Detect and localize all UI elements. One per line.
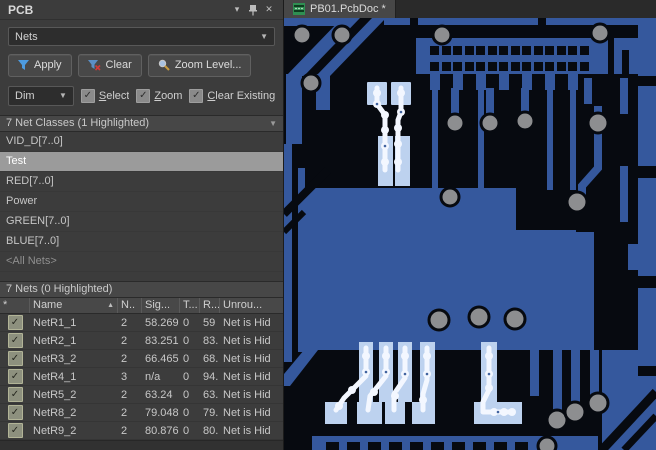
zoom-checkbox-group[interactable]: Zoom (136, 88, 183, 103)
panel-menu-icon[interactable]: ▾ (229, 2, 245, 18)
col-header-t[interactable]: T... (180, 297, 200, 314)
select-checkbox-group[interactable]: Select (80, 88, 130, 103)
sort-asc-icon: ▲ (107, 301, 114, 309)
panel-titlebar: PCB ▾ ✕ (0, 0, 283, 21)
close-icon[interactable]: ✕ (261, 2, 277, 18)
nets-table-body: NetR1_1258.269059Net is Hid NetR2_1283.2… (0, 314, 283, 441)
panel-buttons: Apply Clear Zoom Level... (8, 53, 275, 77)
chevron-down-icon: ▼ (58, 91, 67, 101)
net-checkbox[interactable] (7, 423, 23, 439)
pcbdoc-icon (293, 3, 305, 15)
net-checkbox[interactable] (7, 387, 23, 403)
clear-existing-checkbox-label: Clear Existing (207, 89, 275, 102)
panel-mode-dropdown[interactable]: Nets ▼ (8, 27, 275, 46)
clear-existing-checkbox-group[interactable]: Clear Existing (189, 88, 275, 103)
col-header-signal[interactable]: Sig... (142, 297, 180, 314)
chevron-down-icon: ▼ (260, 32, 268, 42)
net-class-item[interactable]: RED[7..0] (0, 172, 283, 192)
funnel-icon (18, 59, 29, 70)
net-checkbox[interactable] (7, 351, 23, 367)
net-checkbox[interactable] (7, 405, 23, 421)
document-tab[interactable]: PB01.PcbDoc * (284, 0, 396, 18)
col-header-name[interactable]: Name ▲ (30, 297, 118, 314)
table-row[interactable]: NetR9_2280.876080.Net is Hid (0, 422, 283, 441)
nets-header[interactable]: 7 Nets (0 Highlighted) (0, 280, 283, 298)
net-class-item[interactable]: GREEN[7..0] (0, 212, 283, 232)
table-row[interactable]: NetR1_1258.269059Net is Hid (0, 314, 283, 333)
col-header-unrouted[interactable]: Unrou... (220, 298, 283, 314)
net-class-item[interactable]: VID_D[7..0] (0, 132, 283, 152)
col-header-nodes[interactable]: N.. (118, 297, 142, 314)
pcb-panel: PCB ▾ ✕ Nets ▼ Apply Clear Zoom Level...… (0, 0, 284, 450)
dim-row: Dim ▼ Select Zoom Clear Existing (8, 85, 275, 106)
magnifier-icon (158, 60, 170, 72)
zoom-level-button[interactable]: Zoom Level... (147, 53, 252, 77)
table-row[interactable]: NetR4_13n/a094.Net is Hid (0, 368, 283, 387)
net-classes-header[interactable]: 7 Net Classes (1 Highlighted) ▼ (0, 114, 283, 132)
table-row[interactable]: NetR2_1283.251083.Net is Hid (0, 332, 283, 351)
net-class-item[interactable]: BLUE[7..0] (0, 232, 283, 252)
pin-icon[interactable] (245, 2, 261, 18)
dim-dropdown[interactable]: Dim ▼ (8, 85, 74, 106)
table-row[interactable]: NetR5_2263.24063.Net is Hid (0, 386, 283, 405)
pcb-editor: PB01.PcbDoc * (284, 0, 656, 450)
document-tabbar: PB01.PcbDoc * (284, 0, 656, 18)
select-checkbox-label: Select (98, 89, 130, 102)
panel-bottom-strip (0, 440, 283, 450)
net-checkbox[interactable] (7, 369, 23, 385)
net-checkbox[interactable] (7, 333, 23, 349)
apply-button[interactable]: Apply (8, 53, 72, 77)
nets-table-header: * Name ▲ N.. Sig... T... R... Unrou... (0, 297, 283, 315)
net-classes-list: VID_D[7..0] Test RED[7..0] Power GREEN[7… (0, 132, 283, 272)
zoom-checkbox-label: Zoom (154, 89, 183, 102)
col-header-check[interactable]: * (0, 297, 30, 314)
dim-value: Dim (15, 89, 35, 102)
funnel-clear-icon (87, 59, 101, 71)
col-header-routed[interactable]: R... (200, 297, 220, 314)
panel-title: PCB (8, 2, 34, 17)
chevron-down-icon: ▼ (269, 118, 277, 128)
net-class-item-selected[interactable]: Test (0, 151, 283, 172)
table-row[interactable]: NetR3_2266.465068.Net is Hid (0, 350, 283, 369)
zoom-checkbox[interactable] (136, 88, 151, 103)
select-checkbox[interactable] (80, 88, 95, 103)
document-tab-label: PB01.PcbDoc * (310, 3, 386, 15)
net-class-item[interactable]: Power (0, 192, 283, 212)
table-row[interactable]: NetR8_2279.048079.Net is Hid (0, 404, 283, 423)
clear-button[interactable]: Clear (77, 53, 142, 77)
panel-mode-value: Nets (15, 30, 38, 43)
net-checkbox[interactable] (7, 315, 23, 331)
clear-existing-checkbox[interactable] (189, 88, 204, 103)
pcb-canvas[interactable] (284, 18, 656, 450)
net-class-item-all-nets[interactable]: <All Nets> (0, 252, 283, 272)
